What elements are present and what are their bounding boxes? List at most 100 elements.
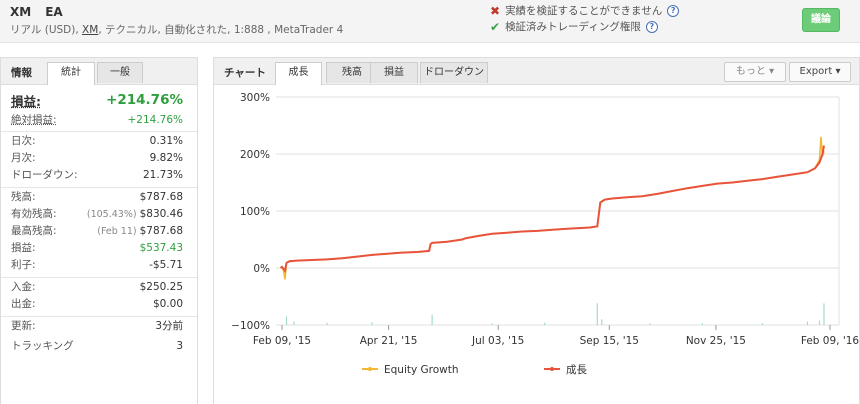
export-label: Export [799,66,833,77]
header: XM EA リアル (USD), XM, テクニカル, 自動化された, 1:888… [0,0,860,43]
x-tick-label: Nov 25, '15 [686,335,746,347]
equity-percent: (105.43%) [86,208,137,220]
abs-gain-value: +214.76% [127,113,183,126]
tab-profit[interactable]: 損益 [370,62,418,83]
x-tick-label: Feb 09, '16 [801,335,859,347]
withdrawals-value: $0.00 [152,297,183,310]
x-tick-label: Sep 15, '15 [580,335,639,347]
chart-panel-title: チャート [224,67,266,79]
track-record-label: 実績を検証することができません [505,5,663,17]
stat-gain: 損益: +214.76% [1,89,197,111]
y-tick-label: −100% [231,320,270,332]
help-icon[interactable]: ? [667,4,680,17]
x-axis: Feb 09, '15 Apr 21, '15 Jul 03, '15 Sep 15,… [253,325,859,347]
subtitle-account: リアル (USD), [10,24,83,36]
more-label: もっと [735,66,766,77]
equity-label: 有効残高: [11,208,57,220]
system-subtitle: リアル (USD), XM, テクニカル, 自動化された, 1:888 , Me… [10,22,343,37]
more-button[interactable]: もっと ▾ [724,62,786,82]
help-icon[interactable]: ? [645,20,658,33]
legend-label: 成長 [566,364,587,376]
tracking-value: 3 [176,339,183,352]
info-title: 情報 [11,67,32,79]
dropdown-icon: ▾ [769,66,775,77]
legend-marker [550,367,554,371]
interest-value: -$5.71 [149,258,183,271]
daily-label: 日次: [11,135,36,147]
trading-privileges-status: ✔ 検証済みトレーディング権限 ? [490,19,658,34]
stat-equity: 有効残高: (105.43%) $830.46 [1,205,197,222]
tab-stats[interactable]: 統計 [47,62,95,85]
updated-value: 3分前 [155,320,183,332]
chart-tabs: チャート 成長 残高 損益 ドローダウン もっと ▾ Export ▾ [214,58,859,85]
balance-value: $787.68 [139,190,183,203]
export-dropdown[interactable]: Export ▾ [789,62,851,82]
y-axis: 300% 200% 100% 0% −100% [231,92,270,332]
gain-label[interactable]: 損益: [11,91,41,110]
legend-marker [368,367,372,371]
subtitle-details: , テクニカル, 自動化された, 1:888 , MetaTrader 4 [98,24,344,36]
drawdown-label: ドローダウン: [11,169,78,181]
info-tabs: 情報 統計 一般 [1,58,197,85]
interest-label: 利子: [11,259,36,271]
track-record-status: ✖ 実績を検証することができません ? [490,3,680,18]
daily-value: 0.31% [149,134,183,147]
x-tick-label: Feb 09, '15 [253,335,311,347]
volume-bars [285,303,825,325]
x-tick-label: Apr 21, '15 [360,335,418,347]
stat-profit: 損益: $537.43 [1,239,197,256]
profit-label: 損益: [11,242,36,254]
stat-monthly: 月次: 9.82% [1,149,197,166]
cross-icon: ✖ [490,3,501,18]
abs-gain-label[interactable]: 絶対損益: [11,112,57,127]
updated-label: 更新: [11,320,36,332]
y-tick-label: 100% [240,206,270,218]
broker-name: XM [10,5,32,19]
stat-abs-gain: 絶対損益: +214.76% [1,111,197,128]
deposits-value: $250.25 [139,280,183,293]
chart-grid [276,96,840,326]
monthly-value: 9.82% [149,151,183,164]
drawdown-value: 21.73% [142,168,183,181]
stat-highest: 最高残高: (Feb 11) $787.68 [1,222,197,239]
legend-label: Equity Growth [384,364,459,376]
system-name: EA [45,5,63,19]
gain-value: +214.76% [106,92,183,108]
x-tick-label: Jul 03, '15 [471,335,524,347]
chart-panel: チャート 成長 残高 損益 ドローダウン もっと ▾ Export ▾ 300%… [213,57,860,404]
tab-growth[interactable]: 成長 [275,62,322,85]
deposits-label: 入金: [11,281,36,293]
balance-label: 残高: [11,191,36,203]
withdrawals-label: 出金: [11,298,36,310]
series-line [279,145,825,274]
stat-updated: 更新: 3分前 [1,316,197,334]
tracking-label: トラッキング [11,340,74,352]
chart-legend: Equity Growth 成長 [362,364,587,376]
stat-withdrawals: 出金: $0.00 [1,295,197,312]
tab-general[interactable]: 一般 [97,62,143,83]
y-tick-label: 300% [240,92,270,104]
info-panel: 情報 統計 一般 損益: +214.76% 絶対損益: +214.76% 日次:… [0,57,198,404]
stat-tracking: トラッキング 3 [1,337,197,354]
highest-label: 最高残高: [11,225,57,237]
monthly-label: 月次: [11,152,36,164]
trading-privileges-label: 検証済みトレーディング権限 [505,21,641,33]
system-title: XM EA [10,5,77,19]
y-tick-label: 0% [253,263,270,275]
y-tick-label: 200% [240,149,270,161]
tab-drawdown[interactable]: ドローダウン [420,62,488,83]
chevron-down-icon: ▾ [835,66,841,77]
series-line [280,136,825,280]
broker-link[interactable]: XM [82,24,98,36]
highest-value: $787.68 [139,224,183,237]
stat-drawdown: ドローダウン: 21.73% [1,166,197,183]
growth-chart[interactable]: 300% 200% 100% 0% −100% Feb 09, '15 Apr 21, '… [214,85,859,404]
stat-balance: 残高: $787.68 [1,187,197,205]
highest-date: (Feb 11) [97,225,137,237]
stat-deposits: 入金: $250.25 [1,277,197,295]
discuss-button[interactable]: 議論 [802,8,840,32]
stat-daily: 日次: 0.31% [1,131,197,149]
stat-interest: 利子: -$5.71 [1,256,197,273]
check-icon: ✔ [490,19,501,34]
chart-lines [279,136,825,280]
